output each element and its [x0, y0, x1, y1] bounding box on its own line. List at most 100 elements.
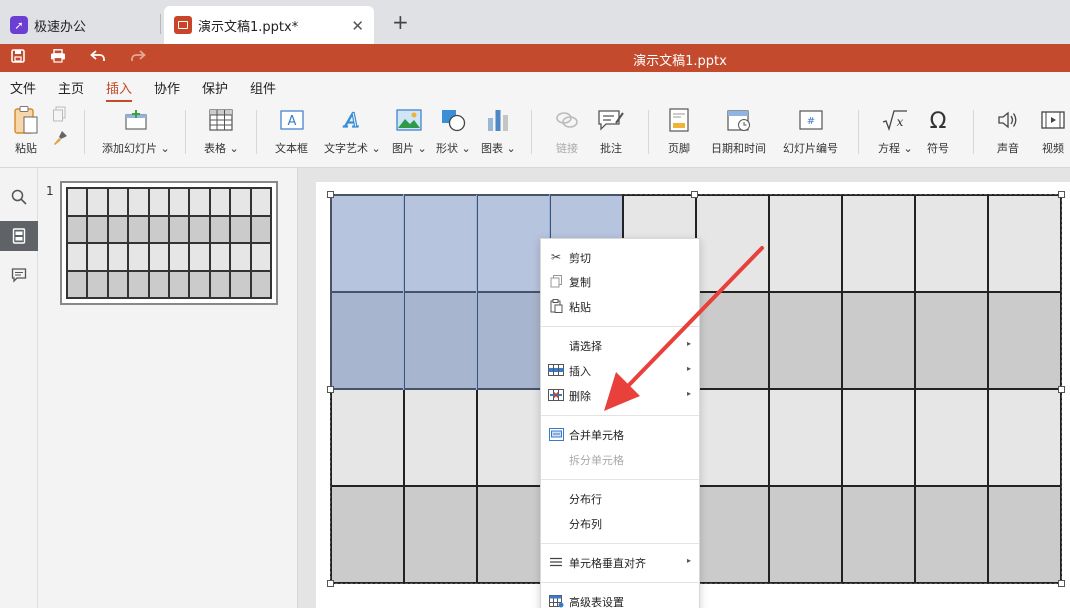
menu-file[interactable]: 文件	[10, 78, 36, 97]
table-cell	[250, 270, 271, 298]
table-cell[interactable]	[769, 195, 842, 292]
symbol-button[interactable]: Ω 符号	[927, 106, 949, 156]
resize-handle[interactable]	[691, 191, 698, 198]
table-cell	[107, 243, 129, 271]
slide-number-button[interactable]: # 幻灯片编号	[783, 106, 838, 156]
tab-divider	[160, 14, 161, 34]
table-cell[interactable]	[696, 486, 769, 583]
table-cell[interactable]	[842, 195, 915, 292]
table-cell[interactable]	[988, 292, 1061, 389]
chevron-down-icon: ⌄	[417, 142, 427, 155]
table-cell[interactable]	[988, 486, 1061, 583]
menu-home[interactable]: 主页	[58, 78, 84, 97]
image-button[interactable]: 图片 ⌄	[392, 106, 427, 156]
table-cell[interactable]	[769, 486, 842, 583]
table-cell	[250, 243, 271, 271]
table-cell[interactable]	[915, 195, 988, 292]
table-cell	[128, 243, 149, 271]
add-slide-label: 添加幻灯片	[102, 142, 157, 155]
table-cell	[87, 243, 108, 271]
menu-copy-label: 复制	[569, 276, 591, 289]
resize-handle[interactable]	[327, 386, 334, 393]
menu-cut[interactable]: ✂ 剪切	[541, 245, 699, 269]
tab-document[interactable]: 演示文稿1.pptx* ✕	[164, 6, 374, 44]
text-art-icon: A	[340, 106, 364, 134]
table-cell[interactable]	[842, 292, 915, 389]
menu-components[interactable]: 组件	[250, 78, 276, 97]
table-cell[interactable]	[988, 195, 1061, 292]
menu-advanced-table-settings[interactable]: 高级表设置	[541, 589, 699, 608]
table-cell	[209, 243, 231, 271]
table-cell[interactable]	[696, 389, 769, 486]
table-cell[interactable]	[696, 292, 769, 389]
table-cell[interactable]	[404, 389, 477, 486]
format-painter-button[interactable]	[52, 130, 68, 146]
paste-button[interactable]: 粘贴	[12, 106, 40, 156]
slides-panel-button[interactable]	[0, 221, 38, 251]
menu-protect[interactable]: 保护	[202, 78, 228, 97]
table-cell[interactable]	[769, 292, 842, 389]
tab-home[interactable]: ➚ 极速办公	[0, 6, 160, 44]
resize-handle[interactable]	[327, 191, 334, 198]
table-cell	[87, 215, 108, 243]
table-cell[interactable]	[842, 389, 915, 486]
menu-split-cells[interactable]: 拆分单元格	[541, 447, 699, 471]
menu-copy[interactable]: 复制	[541, 269, 699, 293]
shape-button[interactable]: 形状 ⌄	[436, 106, 471, 156]
comment-icon	[598, 106, 624, 134]
menu-select[interactable]: 请选择 ▸	[541, 333, 699, 357]
link-button[interactable]: 链接	[555, 106, 579, 156]
paste-label: 粘贴	[15, 142, 37, 155]
table-cell[interactable]	[331, 486, 404, 583]
table-cell[interactable]	[769, 389, 842, 486]
slide-thumbnail[interactable]	[60, 181, 278, 305]
menu-distribute-columns[interactable]: 分布列	[541, 511, 699, 535]
close-tab-icon[interactable]: ✕	[351, 17, 364, 35]
date-time-button[interactable]: 日期和时间	[711, 106, 766, 156]
menu-delete-label: 删除	[569, 390, 591, 403]
resize-handle[interactable]	[1058, 580, 1065, 587]
table-cell	[209, 270, 231, 298]
menu-collaborate[interactable]: 协作	[154, 78, 180, 97]
menu-vertical-align[interactable]: 单元格垂直对齐 ▸	[541, 550, 699, 574]
table-button[interactable]: 表格 ⌄	[204, 106, 239, 156]
chart-button[interactable]: 图表 ⌄	[481, 106, 516, 156]
menu-insert[interactable]: 插入	[106, 78, 133, 102]
comments-panel-button[interactable]	[0, 260, 38, 290]
video-button[interactable]: 视频	[1041, 106, 1065, 156]
footer-button[interactable]: 页脚	[668, 106, 690, 156]
menu-merge-cells[interactable]: 合并单元格	[541, 422, 699, 446]
menu-delete[interactable]: 删除 ▸	[541, 383, 699, 407]
comment-button[interactable]: 批注	[598, 106, 624, 156]
table-cell[interactable]	[696, 195, 769, 292]
search-button[interactable]	[0, 182, 38, 212]
resize-handle[interactable]	[1058, 386, 1065, 393]
resize-handle[interactable]	[1058, 191, 1065, 198]
table-cell[interactable]	[842, 486, 915, 583]
menu-distribute-rows[interactable]: 分布行	[541, 486, 699, 510]
toolbar-divider	[648, 110, 649, 154]
menu-insert[interactable]: 插入 ▸	[541, 358, 699, 382]
title-bar: 演示文稿1.pptx	[0, 44, 1070, 72]
table-cell[interactable]	[915, 389, 988, 486]
align-lines-icon	[548, 555, 564, 569]
slide-thumbnails-panel: 1	[38, 168, 298, 608]
resize-handle[interactable]	[327, 580, 334, 587]
table-cell[interactable]	[988, 389, 1061, 486]
insert-row-icon	[548, 363, 564, 377]
text-art-button[interactable]: A 文字艺术 ⌄	[324, 106, 381, 156]
table-cell[interactable]	[404, 486, 477, 583]
add-slide-button[interactable]: 添加幻灯片 ⌄	[102, 106, 170, 156]
menu-cut-label: 剪切	[569, 252, 591, 265]
menu-paste[interactable]: 粘贴	[541, 294, 699, 318]
audio-button[interactable]: 声音	[997, 106, 1019, 156]
chevron-down-icon: ⌄	[903, 142, 913, 155]
new-tab-button[interactable]: +	[392, 12, 409, 32]
toolbar-divider	[185, 110, 186, 154]
textbox-button[interactable]: A 文本框	[275, 106, 308, 156]
equation-button[interactable]: x 方程 ⌄	[878, 106, 913, 156]
table-cell[interactable]	[915, 292, 988, 389]
copy-button[interactable]	[52, 106, 68, 122]
table-cell[interactable]	[331, 389, 404, 486]
table-cell[interactable]	[915, 486, 988, 583]
